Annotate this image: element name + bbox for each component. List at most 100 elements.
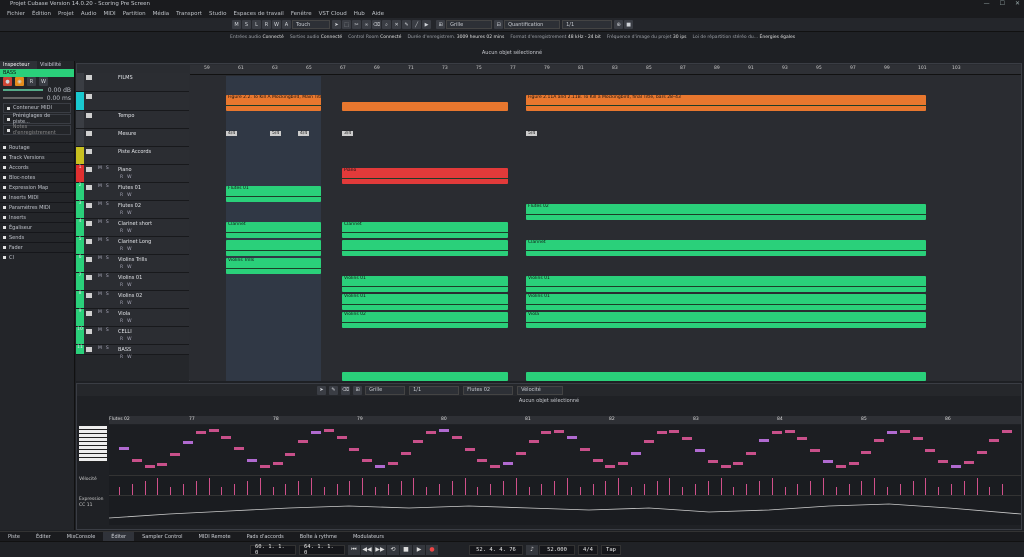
midi-note[interactable] (157, 462, 168, 466)
midi-note[interactable] (567, 436, 577, 440)
track-header[interactable]: 2 M S R W Flutes 01 (76, 183, 189, 201)
midi-note[interactable] (208, 429, 219, 433)
menu-studio[interactable]: Studio (209, 11, 227, 17)
midi-note[interactable] (682, 436, 693, 440)
velocity-bar[interactable] (631, 487, 632, 495)
velocity-lane[interactable] (109, 475, 1021, 495)
timeline-ruler[interactable]: 59 61 63 65 67 69 71 73 75 77 79 81 83 85 87 89 91 93 95 97… (190, 65, 1021, 75)
midi-note[interactable] (477, 459, 488, 463)
time-signature-marker[interactable]: 5/4 (270, 131, 282, 136)
solo-button[interactable]: S (106, 256, 109, 261)
midi-note[interactable] (899, 429, 910, 433)
section-track-versions[interactable]: Track Versions (0, 152, 74, 162)
color-icon[interactable]: ■ (624, 20, 634, 29)
mute-button[interactable]: M (98, 274, 102, 279)
midi-note[interactable] (554, 429, 565, 433)
midi-part[interactable]: Flutes 01 (226, 186, 321, 202)
key-quantize-select[interactable]: 1/1 (409, 385, 460, 395)
key-grid-select[interactable]: Grille (365, 385, 406, 395)
volume-slider[interactable] (3, 89, 43, 91)
velocity-bar[interactable] (400, 481, 402, 495)
solo-button[interactable]: S (106, 202, 109, 207)
midi-part[interactable] (226, 240, 321, 256)
menu-audio[interactable]: Audio (81, 11, 97, 17)
quantize-icon[interactable]: ⊟ (494, 20, 504, 29)
midi-part[interactable]: Viola (526, 312, 926, 328)
track-header[interactable] (76, 92, 189, 111)
velocity-bar[interactable] (323, 487, 325, 495)
menu-projet[interactable]: Projet (58, 11, 74, 17)
menu-media[interactable]: Média (153, 11, 170, 17)
read-button[interactable]: R (262, 20, 271, 29)
velocity-bar[interactable] (349, 481, 351, 495)
mute-button[interactable]: M (98, 166, 102, 171)
track-header[interactable]: 10 M S R W CELLI (76, 327, 189, 345)
key-ruler[interactable]: Flutes 02 77 78 79 80 81 82 83 84 85 86 (109, 416, 1021, 424)
midi-note[interactable] (247, 458, 257, 462)
click-icon[interactable]: ♪ (526, 544, 538, 555)
midi-note[interactable] (861, 451, 872, 455)
velocity-bar[interactable] (592, 484, 594, 495)
midi-note[interactable] (323, 429, 334, 433)
left-locator[interactable]: 60. 1. 1. 0 (250, 544, 296, 556)
track-header[interactable]: Tempo (76, 111, 189, 129)
midi-note[interactable] (336, 435, 347, 439)
menu-fenetre[interactable]: Fenêtre (291, 11, 312, 17)
midi-part[interactable] (342, 372, 508, 381)
track-header[interactable]: 11 M S R W BASS (76, 345, 189, 360)
write-button[interactable]: W (127, 283, 131, 288)
section-eq[interactable]: Égaliseur (0, 222, 74, 232)
velocity-bar[interactable] (912, 481, 914, 495)
stop-icon[interactable]: ■ (400, 544, 412, 555)
velocity-bar[interactable] (208, 478, 210, 495)
mute-button[interactable]: M (98, 292, 102, 297)
tab-chord-pads[interactable]: Pads d'accords (239, 532, 292, 542)
velocity-bar[interactable] (554, 481, 556, 495)
preset-select[interactable]: Préréglages de piste... (3, 113, 71, 125)
section-inserts[interactable]: Inserts (0, 212, 74, 222)
snap-to-zero-icon[interactable]: ⊕ (614, 20, 624, 29)
midi-output-select[interactable]: Conteneur MIDI (3, 103, 71, 113)
track-name[interactable]: Clarinet Long (118, 239, 151, 245)
play-icon[interactable]: ▶ (413, 544, 425, 555)
maximize-button[interactable]: ☐ (1000, 0, 1005, 7)
write-button[interactable]: W (127, 337, 131, 342)
velocity-bar[interactable] (285, 484, 287, 495)
read-button[interactable]: R (120, 265, 123, 270)
read-button[interactable]: R (120, 319, 123, 324)
menu-fichier[interactable]: Fichier (7, 11, 25, 17)
velocity-bar[interactable] (451, 481, 453, 495)
midi-note[interactable] (912, 437, 923, 441)
midi-note[interactable] (771, 430, 782, 434)
midi-note[interactable] (874, 439, 885, 443)
event-display[interactable]: Figure 2.2. To Kill A Mockingbird, Main … (190, 76, 1021, 381)
marker-clip[interactable]: Figure 2.2. To Kill A Mockingbird, Main … (226, 95, 321, 111)
automation-mode-select[interactable]: Touch (292, 20, 330, 29)
key-pointer-icon[interactable]: ➤ (317, 385, 326, 395)
menu-edition[interactable]: Édition (32, 11, 51, 17)
section-ci[interactable]: CI (0, 252, 74, 262)
menu-aide[interactable]: Aide (372, 11, 384, 17)
write-button[interactable]: W (127, 355, 131, 360)
read-button[interactable]: R (120, 229, 123, 234)
midi-note[interactable] (362, 459, 373, 463)
velocity-bar[interactable] (272, 487, 274, 495)
midi-note[interactable] (938, 460, 949, 464)
right-locator[interactable]: 64. 1. 1. 0 (299, 544, 345, 556)
midi-note[interactable] (784, 429, 795, 433)
velocity-bar[interactable] (720, 478, 722, 495)
marker-clip[interactable] (342, 102, 508, 111)
velocity-bar[interactable] (746, 484, 748, 495)
midi-note[interactable] (221, 435, 232, 439)
section-routage[interactable]: Routage (0, 142, 74, 152)
velocity-bar[interactable] (541, 484, 543, 495)
velocity-bar[interactable] (311, 478, 312, 495)
midi-part[interactable]: Clarinet (342, 222, 508, 238)
velocity-bar[interactable] (221, 487, 223, 495)
grid-type-select[interactable]: Grille (446, 20, 493, 29)
pan-slider[interactable] (3, 97, 43, 99)
midi-note[interactable] (144, 464, 155, 468)
write-button[interactable]: W (127, 319, 131, 324)
time-signature-marker[interactable]: 4/4 (298, 131, 310, 136)
split-tool-icon[interactable]: ✂ (352, 20, 361, 29)
